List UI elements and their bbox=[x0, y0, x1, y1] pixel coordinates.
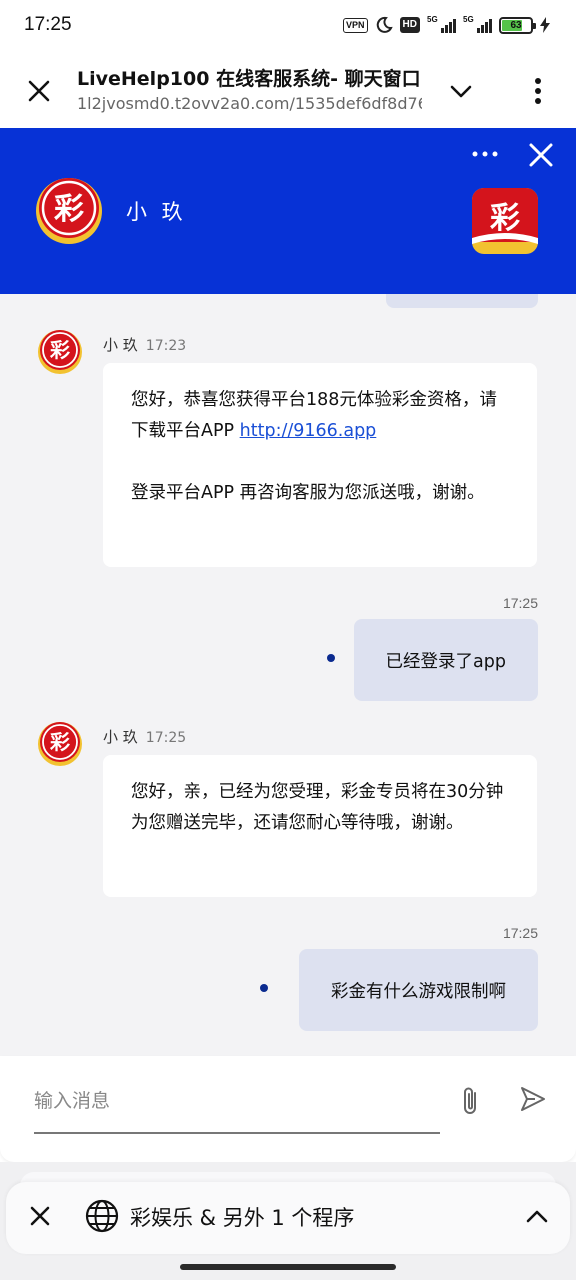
chat-header: 彩 小 玖 彩 bbox=[0, 128, 576, 294]
message-text: 已经登录了app bbox=[385, 651, 506, 672]
hd-icon: HD bbox=[399, 17, 420, 33]
attachment-icon[interactable] bbox=[456, 1084, 486, 1118]
page-title: LiveHelp100 在线客服系统- 聊天窗口 bbox=[77, 68, 421, 90]
signal-icon-2: 5G bbox=[463, 15, 492, 33]
custom-tab-bottom-bar[interactable]: 彩娱乐 & 另外 1 个程序 bbox=[6, 1182, 570, 1254]
message-input[interactable]: 输入消息 bbox=[34, 1086, 110, 1113]
browser-toolbar: LiveHelp100 在线客服系统- 聊天窗口 1l2jvosmd0.t2ov… bbox=[0, 54, 576, 128]
agent-avatar: 彩 bbox=[38, 330, 82, 374]
apps-label: 彩娱乐 & 另外 1 个程序 bbox=[130, 1206, 355, 1230]
battery-icon: 63 bbox=[499, 16, 536, 34]
message-text: 登录平台APP 再咨询客服为您派送哦，谢谢。 bbox=[131, 483, 485, 503]
agent-avatar: 彩 bbox=[36, 178, 102, 244]
more-vert-icon[interactable] bbox=[524, 74, 552, 108]
message-meta: 小 玖 17:23 bbox=[103, 334, 186, 355]
message-composer: 输入消息 bbox=[0, 1056, 576, 1162]
message-text: 彩金有什么游戏限制啊 bbox=[331, 981, 506, 1002]
moon-icon bbox=[376, 16, 393, 33]
message-time: 17:25 bbox=[502, 595, 538, 611]
close-chat-icon[interactable] bbox=[526, 140, 556, 170]
sender-name: 小 玖 bbox=[103, 728, 138, 746]
status-time: 17:25 bbox=[24, 14, 72, 35]
sent-status-dot bbox=[327, 654, 335, 662]
outgoing-message-bubble: 彩金有什么游戏限制啊 bbox=[299, 949, 538, 1031]
status-icons: VPN HD 5G 5G 63 bbox=[343, 15, 550, 34]
message-text: 您好，亲，已经为您受理，彩金专员将在30分钟为您赠送完毕，还请您耐心等待哦，谢谢… bbox=[131, 782, 504, 833]
charging-icon bbox=[540, 17, 550, 33]
chat-messages[interactable]: 彩 小 玖 17:23 您好，恭喜您获得平台188元体验彩金资格，请下载平台APP… bbox=[0, 294, 576, 1056]
message-time: 17:25 bbox=[145, 730, 187, 746]
svg-text:彩: 彩 bbox=[54, 192, 84, 227]
message-meta: 小 玖 17:25 bbox=[103, 726, 186, 747]
previous-message-bubble bbox=[386, 294, 538, 308]
input-underline bbox=[34, 1132, 440, 1134]
incoming-message-bubble: 您好，恭喜您获得平台188元体验彩金资格，请下载平台APP http://916… bbox=[103, 363, 537, 567]
chevron-up-icon[interactable] bbox=[522, 1202, 552, 1232]
page-url[interactable]: 1l2jvosmd0.t2ovv2a0.com/1535def6df8d76 bbox=[77, 94, 422, 113]
outgoing-message-bubble: 已经登录了app bbox=[353, 619, 538, 701]
sender-name: 小 玖 bbox=[103, 336, 138, 354]
globe-icon bbox=[85, 1199, 119, 1233]
battery-level: 63 bbox=[510, 19, 522, 31]
close-tab-icon[interactable] bbox=[22, 74, 56, 108]
app-link[interactable]: http://9166.app bbox=[240, 421, 377, 441]
incoming-message-bubble: 您好，亲，已经为您受理，彩金专员将在30分钟为您赠送完毕，还请您耐心等待哦，谢谢… bbox=[103, 755, 537, 897]
svg-text:彩: 彩 bbox=[490, 201, 520, 236]
svg-text:彩: 彩 bbox=[49, 338, 70, 362]
signal-icon-1: 5G bbox=[427, 15, 456, 33]
vpn-icon: VPN bbox=[343, 17, 368, 33]
close-icon[interactable] bbox=[26, 1202, 54, 1230]
sent-status-dot bbox=[260, 984, 268, 992]
message-time: 17:25 bbox=[502, 925, 538, 941]
svg-text:彩: 彩 bbox=[49, 730, 70, 754]
agent-avatar: 彩 bbox=[38, 722, 82, 766]
status-bar: 17:25 VPN HD 5G 5G 63 bbox=[0, 0, 576, 54]
app-logo: 彩 bbox=[472, 188, 538, 254]
more-horiz-icon[interactable] bbox=[470, 144, 500, 164]
chevron-down-icon[interactable] bbox=[446, 76, 476, 106]
agent-name: 小 玖 bbox=[126, 200, 187, 224]
home-indicator[interactable] bbox=[180, 1264, 396, 1270]
send-icon[interactable] bbox=[518, 1084, 548, 1114]
message-time: 17:23 bbox=[145, 338, 187, 354]
